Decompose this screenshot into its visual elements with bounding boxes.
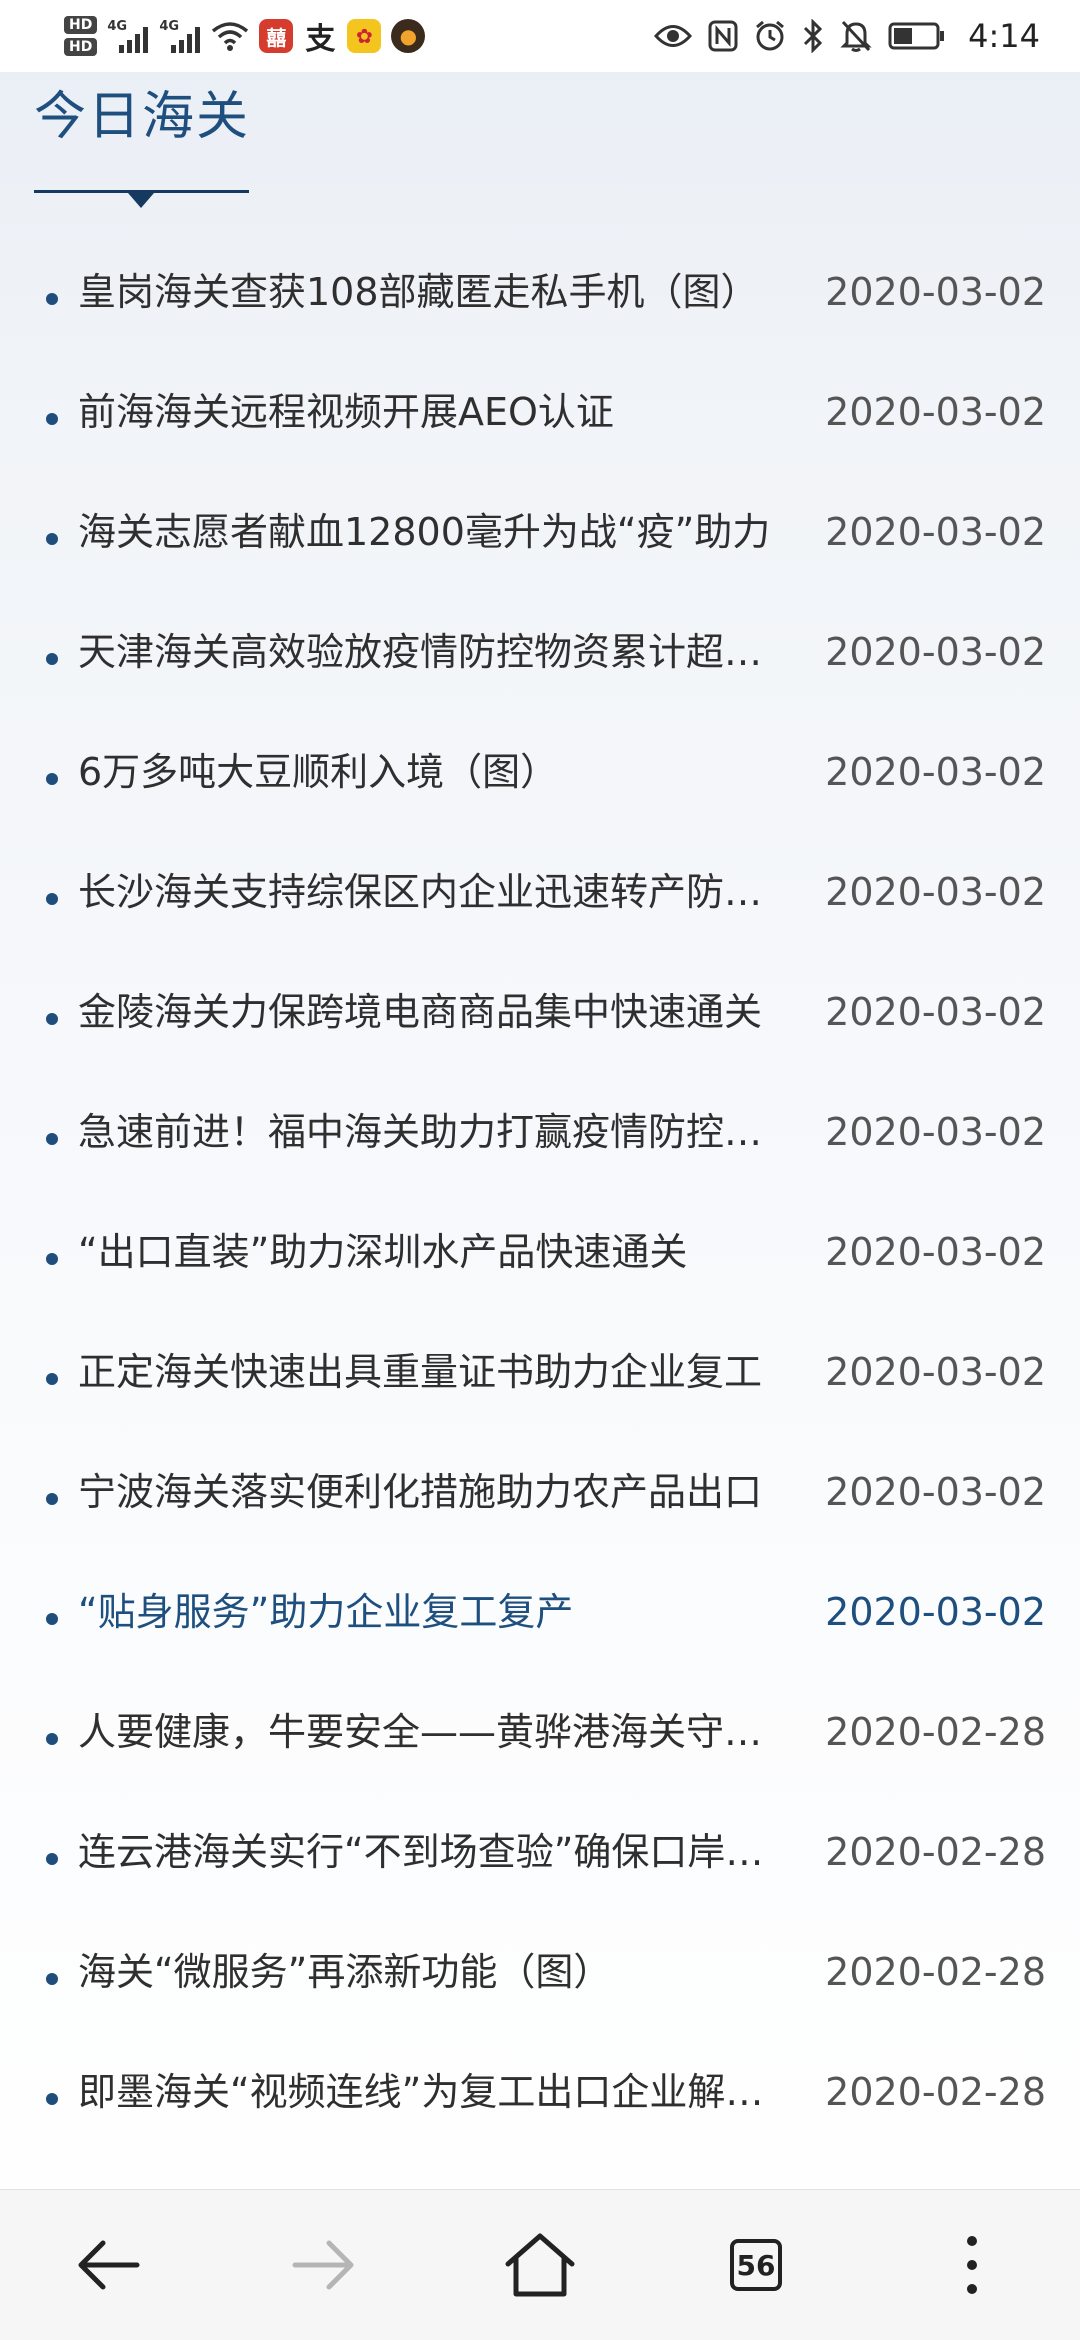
news-title[interactable]: 6万多吨大豆顺利入境（图） — [78, 742, 782, 802]
tabs-icon: 56 — [730, 2239, 782, 2291]
mute-icon — [840, 20, 872, 52]
news-item-14[interactable]: 连云港海关实行“不到场查验”确保口岸通畅 2020-02-28 — [0, 1796, 1080, 1916]
news-item-1[interactable]: 皇岗海关查获108部藏匿走私手机（图） 2020-03-02 — [0, 236, 1080, 356]
battery-icon — [888, 22, 945, 50]
news-title[interactable]: “出口直装”助力深圳水产品快速通关 — [78, 1222, 782, 1282]
page-title: 今日海关 — [34, 87, 251, 147]
bullet-icon — [46, 533, 58, 545]
news-item-2[interactable]: 前海海关远程视频开展AEO认证 2020-03-02 — [0, 356, 1080, 476]
signal-icon-1: 4G — [107, 19, 149, 53]
news-title[interactable]: “贴身服务”助力企业复工复产 — [78, 1582, 782, 1642]
hd-badge-2: HD — [64, 38, 98, 56]
news-date: 2020-03-02 — [825, 870, 1046, 914]
news-list: 皇岗海关查获108部藏匿走私手机（图） 2020-03-02 前海海关远程视频开… — [0, 236, 1080, 2156]
forward-icon — [292, 2240, 354, 2290]
status-bar-left: HD HD 4G 4G 囍 支 ✿ ● — [64, 8, 426, 64]
news-item-4[interactable]: 天津海关高效验放疫情防控物资累计超千吨 2020-03-02 — [0, 596, 1080, 716]
news-date: 2020-02-28 — [825, 1950, 1046, 1994]
news-date: 2020-02-28 — [825, 1710, 1046, 1754]
news-item-12[interactable]: “贴身服务”助力企业复工复产 2020-03-02 — [0, 1556, 1080, 1676]
news-title[interactable]: 长沙海关支持综保区内企业迅速转产防疫物资 — [78, 862, 782, 922]
wifi-icon — [212, 22, 249, 51]
bullet-icon — [46, 1973, 58, 1985]
app-red-icon: 囍 — [259, 19, 294, 53]
news-item-9[interactable]: “出口直装”助力深圳水产品快速通关 2020-03-02 — [0, 1196, 1080, 1316]
bullet-icon — [46, 2093, 58, 2105]
news-title[interactable]: 金陵海关力保跨境电商商品集中快速通关 — [78, 982, 782, 1042]
news-item-11[interactable]: 宁波海关落实便利化措施助力农产品出口 2020-03-02 — [0, 1436, 1080, 1556]
news-item-10[interactable]: 正定海关快速出具重量证书助力企业复工 2020-03-02 — [0, 1316, 1080, 1436]
forward-button[interactable] — [264, 2205, 384, 2325]
news-date: 2020-03-02 — [825, 630, 1046, 674]
news-date: 2020-03-02 — [825, 1350, 1046, 1394]
bullet-icon — [46, 1133, 58, 1145]
hd-badge-1: HD — [64, 16, 98, 34]
news-date: 2020-03-02 — [825, 1230, 1046, 1274]
bottom-nav: 56 — [0, 2189, 1080, 2340]
app-yellow-icon: ✿ — [347, 19, 382, 53]
alipay-icon: 支 — [305, 22, 336, 57]
home-button[interactable] — [480, 2205, 600, 2325]
more-button[interactable] — [912, 2205, 1032, 2325]
bullet-icon — [46, 1493, 58, 1505]
bullet-icon — [46, 1733, 58, 1745]
news-date: 2020-02-28 — [825, 1830, 1046, 1874]
news-title[interactable]: 皇岗海关查获108部藏匿走私手机（图） — [78, 262, 782, 322]
news-date: 2020-03-02 — [825, 1470, 1046, 1514]
tabs-button[interactable]: 56 — [696, 2205, 816, 2325]
news-item-5[interactable]: 6万多吨大豆顺利入境（图） 2020-03-02 — [0, 716, 1080, 836]
news-title[interactable]: 人要健康，牛要安全——黄骅港海关守护国门 — [78, 1702, 782, 1762]
news-title[interactable]: 正定海关快速出具重量证书助力企业复工 — [78, 1342, 782, 1402]
status-bar-right: 4:14 — [654, 8, 1040, 64]
news-item-16[interactable]: 即墨海关“视频连线”为复工出口企业解难题 2020-02-28 — [0, 2036, 1080, 2156]
bullet-icon — [46, 1253, 58, 1265]
news-item-3[interactable]: 海关志愿者献血12800毫升为战“疫”助力 2020-03-02 — [0, 476, 1080, 596]
app-dark-icon: ● — [391, 19, 426, 53]
bullet-icon — [46, 653, 58, 665]
news-title[interactable]: 天津海关高效验放疫情防控物资累计超千吨 — [78, 622, 782, 682]
eye-icon — [654, 25, 693, 47]
news-date: 2020-03-02 — [825, 270, 1046, 314]
news-item-7[interactable]: 金陵海关力保跨境电商商品集中快速通关 2020-03-02 — [0, 956, 1080, 1076]
hd-indicators: HD HD — [64, 16, 98, 56]
home-icon — [505, 2233, 575, 2297]
news-date: 2020-03-02 — [825, 750, 1046, 794]
news-date: 2020-03-02 — [825, 1110, 1046, 1154]
bullet-icon — [46, 773, 58, 785]
bullet-icon — [46, 1613, 58, 1625]
news-title[interactable]: 宁波海关落实便利化措施助力农产品出口 — [78, 1462, 782, 1522]
nfc-icon — [708, 20, 738, 52]
news-title[interactable]: 急速前进！福中海关助力打赢疫情防控阻击战 — [78, 1102, 782, 1162]
news-title[interactable]: 连云港海关实行“不到场查验”确保口岸通畅 — [78, 1822, 782, 1882]
title-pointer-icon — [128, 193, 154, 208]
back-button[interactable] — [48, 2205, 168, 2325]
news-title[interactable]: 海关志愿者献血12800毫升为战“疫”助力 — [78, 502, 782, 562]
news-title[interactable]: 即墨海关“视频连线”为复工出口企业解难题 — [78, 2062, 782, 2122]
bullet-icon — [46, 413, 58, 425]
alarm-icon — [756, 20, 785, 51]
news-title[interactable]: 前海海关远程视频开展AEO认证 — [78, 382, 782, 442]
bullet-icon — [46, 293, 58, 305]
news-item-8[interactable]: 急速前进！福中海关助力打赢疫情防控阻击战 2020-03-02 — [0, 1076, 1080, 1196]
section-header: 今日海关 — [34, 72, 334, 212]
news-item-15[interactable]: 海关“微服务”再添新功能（图） 2020-02-28 — [0, 1916, 1080, 2036]
news-title[interactable]: 海关“微服务”再添新功能（图） — [78, 1942, 782, 2002]
bullet-icon — [46, 1373, 58, 1385]
news-date: 2020-03-02 — [825, 510, 1046, 554]
clock: 4:14 — [968, 17, 1040, 55]
status-bar: HD HD 4G 4G 囍 支 ✿ ● 4:14 — [0, 0, 1080, 72]
bullet-icon — [46, 893, 58, 905]
back-icon — [78, 2240, 140, 2290]
bluetooth-icon — [804, 19, 823, 53]
news-item-6[interactable]: 长沙海关支持综保区内企业迅速转产防疫物资 2020-03-02 — [0, 836, 1080, 956]
news-date: 2020-02-28 — [825, 2070, 1046, 2114]
news-item-13[interactable]: 人要健康，牛要安全——黄骅港海关守护国门 2020-02-28 — [0, 1676, 1080, 1796]
signal-icon-2: 4G — [159, 19, 201, 53]
bullet-icon — [46, 1013, 58, 1025]
news-date: 2020-03-02 — [825, 990, 1046, 1034]
bullet-icon — [46, 1853, 58, 1865]
more-icon — [967, 2236, 977, 2294]
news-date: 2020-03-02 — [825, 390, 1046, 434]
news-date: 2020-03-02 — [825, 1590, 1046, 1634]
